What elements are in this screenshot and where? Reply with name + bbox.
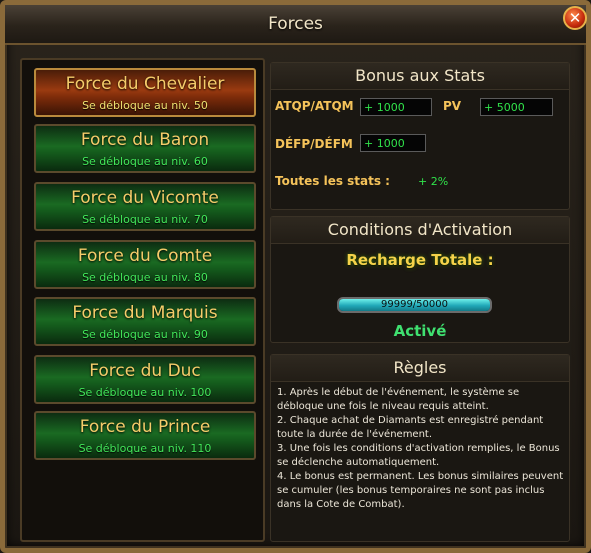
force-requirement: Se débloque au niv. 80 xyxy=(82,271,208,284)
force-item-baron[interactable]: Force du Baron Se débloque au niv. 60 xyxy=(34,124,256,173)
force-item-duc[interactable]: Force du Duc Se débloque au niv. 100 xyxy=(34,355,256,404)
def-label: DÉFP/DÉFM xyxy=(275,137,353,151)
force-name: Force du Prince xyxy=(79,417,211,437)
close-icon[interactable]: ✕ xyxy=(563,6,587,30)
atk-value: + 1000 xyxy=(360,98,432,116)
recharge-progress-bar: 99999/50000 xyxy=(337,297,492,313)
pv-value: + 5000 xyxy=(480,98,553,116)
force-requirement: Se débloque au niv. 50 xyxy=(82,99,208,112)
force-item-vicomte[interactable]: Force du Vicomte Se débloque au niv. 70 xyxy=(34,182,256,231)
force-name: Force du Marquis xyxy=(72,303,218,323)
atk-label: ATQP/ATQM xyxy=(275,99,354,113)
force-name: Force du Vicomte xyxy=(71,188,219,208)
progress-text: 99999/50000 xyxy=(381,299,448,310)
rule-1: 1. Après le début de l'événement, le sys… xyxy=(277,387,520,412)
rules-title: Règles xyxy=(271,355,569,382)
rule-4: 4. Le bonus est permanent. Les bonus sim… xyxy=(277,471,564,510)
activation-status: Activé xyxy=(393,322,447,340)
force-item-chevalier[interactable]: Force du Chevalier Se débloque au niv. 5… xyxy=(34,68,256,117)
recharge-label: Recharge Totale : xyxy=(346,251,494,269)
all-stats-value: + 2% xyxy=(418,175,449,188)
rule-3: 3. Une fois les conditions d'activation … xyxy=(277,443,560,468)
force-requirement: Se débloque au niv. 60 xyxy=(82,155,208,168)
rule-2: 2. Chaque achat de Diamants est enregist… xyxy=(277,415,544,440)
def-value: + 1000 xyxy=(360,134,426,152)
force-name: Force du Duc xyxy=(89,361,201,381)
force-item-comte[interactable]: Force du Comte Se débloque au niv. 80 xyxy=(34,240,256,289)
rules-text: 1. Après le début de l'événement, le sys… xyxy=(271,386,571,512)
window-title: Forces xyxy=(268,14,323,34)
rules-panel: Règles 1. Après le début de l'événement,… xyxy=(270,354,570,542)
pv-label: PV xyxy=(443,99,462,113)
bonus-title: Bonus aux Stats xyxy=(271,63,569,90)
forces-list: Force du Chevalier Se débloque au niv. 5… xyxy=(20,58,265,542)
force-name: Force du Comte xyxy=(77,246,213,266)
all-stats-label: Toutes les stats : xyxy=(275,174,390,188)
force-name: Force du Baron xyxy=(80,130,210,150)
force-requirement: Se débloque au niv. 110 xyxy=(78,442,212,455)
title-bar: Forces xyxy=(5,5,586,45)
force-requirement: Se débloque au niv. 100 xyxy=(78,386,212,399)
force-name: Force du Chevalier xyxy=(65,74,225,94)
conditions-title: Conditions d'Activation xyxy=(271,217,569,244)
force-item-prince[interactable]: Force du Prince Se débloque au niv. 110 xyxy=(34,411,256,460)
bonus-panel: Bonus aux Stats ATQP/ATQM + 1000 PV + 50… xyxy=(270,62,570,210)
force-requirement: Se débloque au niv. 90 xyxy=(82,328,208,341)
force-item-marquis[interactable]: Force du Marquis Se débloque au niv. 90 xyxy=(34,297,256,346)
force-requirement: Se débloque au niv. 70 xyxy=(82,213,208,226)
conditions-panel: Conditions d'Activation Recharge Totale … xyxy=(270,216,570,343)
